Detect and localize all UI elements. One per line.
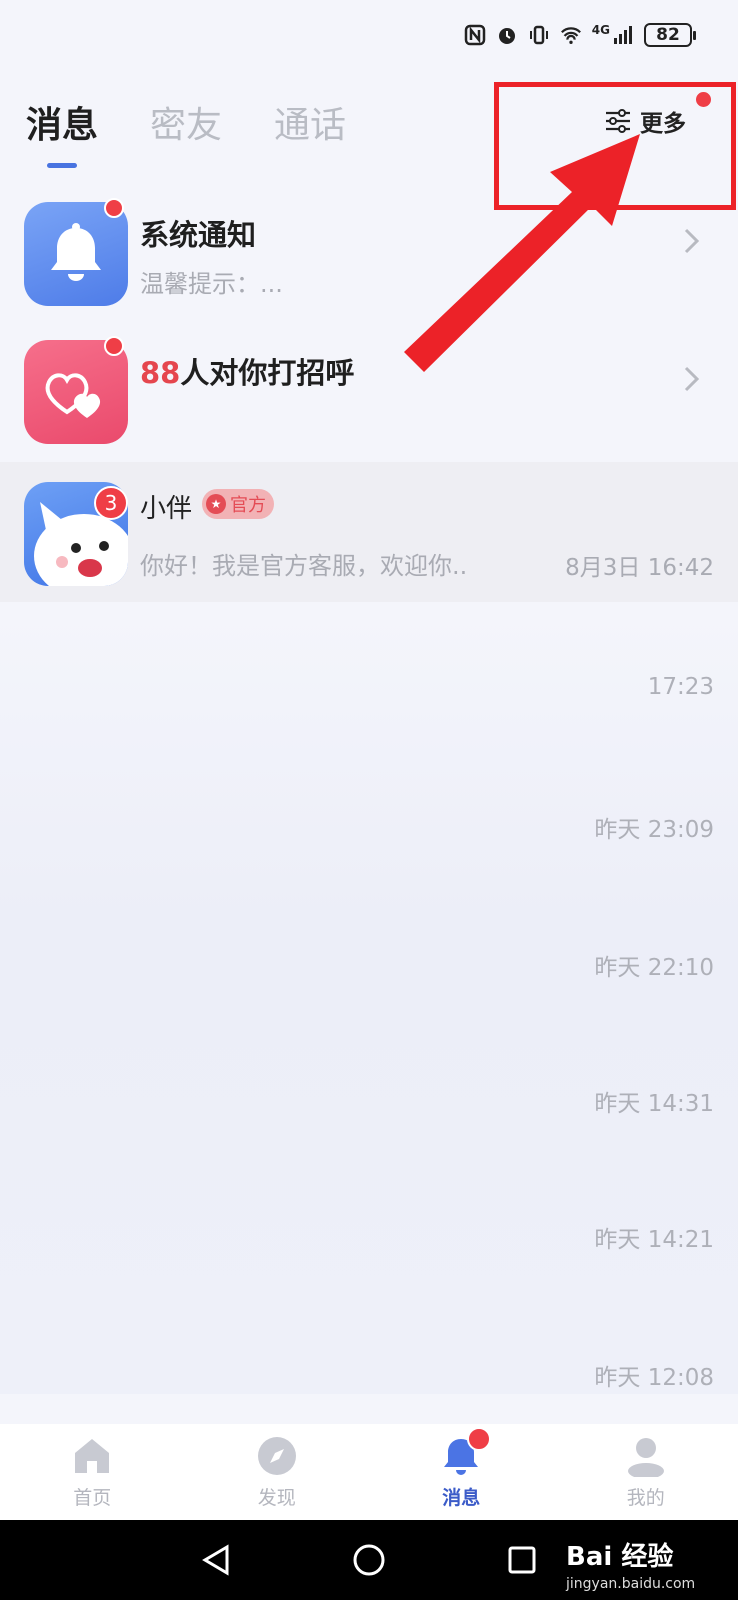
nav-profile[interactable]: 我的 [586,1435,706,1510]
alarm-icon [498,28,515,44]
baidu-watermark-url: jingyan.baidu.com [566,1576,696,1592]
tab-messages[interactable]: 消息 [26,96,98,148]
system-notice-row[interactable]: 系统通知 温馨提示：... [0,190,738,318]
home-circle-icon[interactable] [352,1543,386,1577]
bottom-navigation: 首页 发现 消息 我的 [0,1424,738,1520]
baidu-watermark: Bai 经验 [566,1542,674,1572]
conversation-time: 昨天 14:21 [594,1227,714,1253]
xiaoban-time: 8月3日 16:42 [565,555,714,581]
nav-messages-label: 消息 [442,1486,481,1509]
bell-icon [51,223,101,281]
conversation-time: 17:23 [647,674,714,700]
network-label: 4G [591,23,610,37]
nav-messages-dot [467,1426,492,1451]
greetings-title: 88人对你打招呼 [140,350,354,392]
xiaoban-last-message: 你好！我是官方客服，欢迎你.. [140,552,468,580]
hearts-icon [45,373,101,418]
conversation-time: 昨天 22:10 [594,955,714,981]
nav-home-label: 首页 [73,1486,112,1509]
wifi-icon [560,27,581,44]
greetings-count: 88 [140,356,181,390]
home-icon [75,1438,110,1473]
chevron-right-icon [684,228,700,254]
back-icon[interactable] [199,1543,233,1577]
official-tag-label: 官方 [230,495,266,516]
greetings-avatar [24,336,128,444]
official-tag: ★ 官方 [202,489,274,519]
nav-discover[interactable]: 发现 [217,1435,337,1510]
nav-messages[interactable]: 消息 [401,1426,521,1510]
star-icon: ★ [206,494,226,514]
nfc-icon [464,24,486,46]
tab-close-friends[interactable]: 密友 [150,96,222,148]
conversation-time: 昨天 12:08 [594,1365,714,1391]
top-tabs: 消息 密友 通话 [26,96,346,148]
greetings-title-text: 人对你打招呼 [180,356,355,390]
xiaoban-name: 小伴 [140,494,193,524]
system-notice-title: 系统通知 [140,218,257,252]
recents-icon[interactable] [505,1543,539,1577]
signal-icon [614,26,632,44]
blurred-area [0,614,738,1394]
battery-indicator: 82 [644,23,696,47]
chevron-right-icon [684,366,700,392]
greetings-row[interactable]: 88人对你打招呼 [0,328,738,456]
tab-calls[interactable]: 通话 [274,96,346,148]
nav-home[interactable]: 首页 [32,1435,152,1510]
conversation-time: 昨天 14:31 [594,1091,714,1117]
unread-count-badge: 3 [94,486,128,520]
system-notice-subtitle: 温馨提示：... [140,270,283,298]
status-bar: 4G 82 [0,0,738,70]
nav-profile-label: 我的 [626,1486,665,1509]
conversation-time: 昨天 23:09 [594,817,714,843]
blurred-conversation-list: 17:23 昨天 23:09 昨天 22:10 昨天 14:31 昨天 14:2… [0,604,738,1424]
nav-discover-label: 发现 [257,1486,296,1509]
compass-icon [257,1436,296,1475]
system-notice-avatar [24,198,128,306]
user-icon [627,1437,664,1477]
vibrate-icon [529,25,548,45]
